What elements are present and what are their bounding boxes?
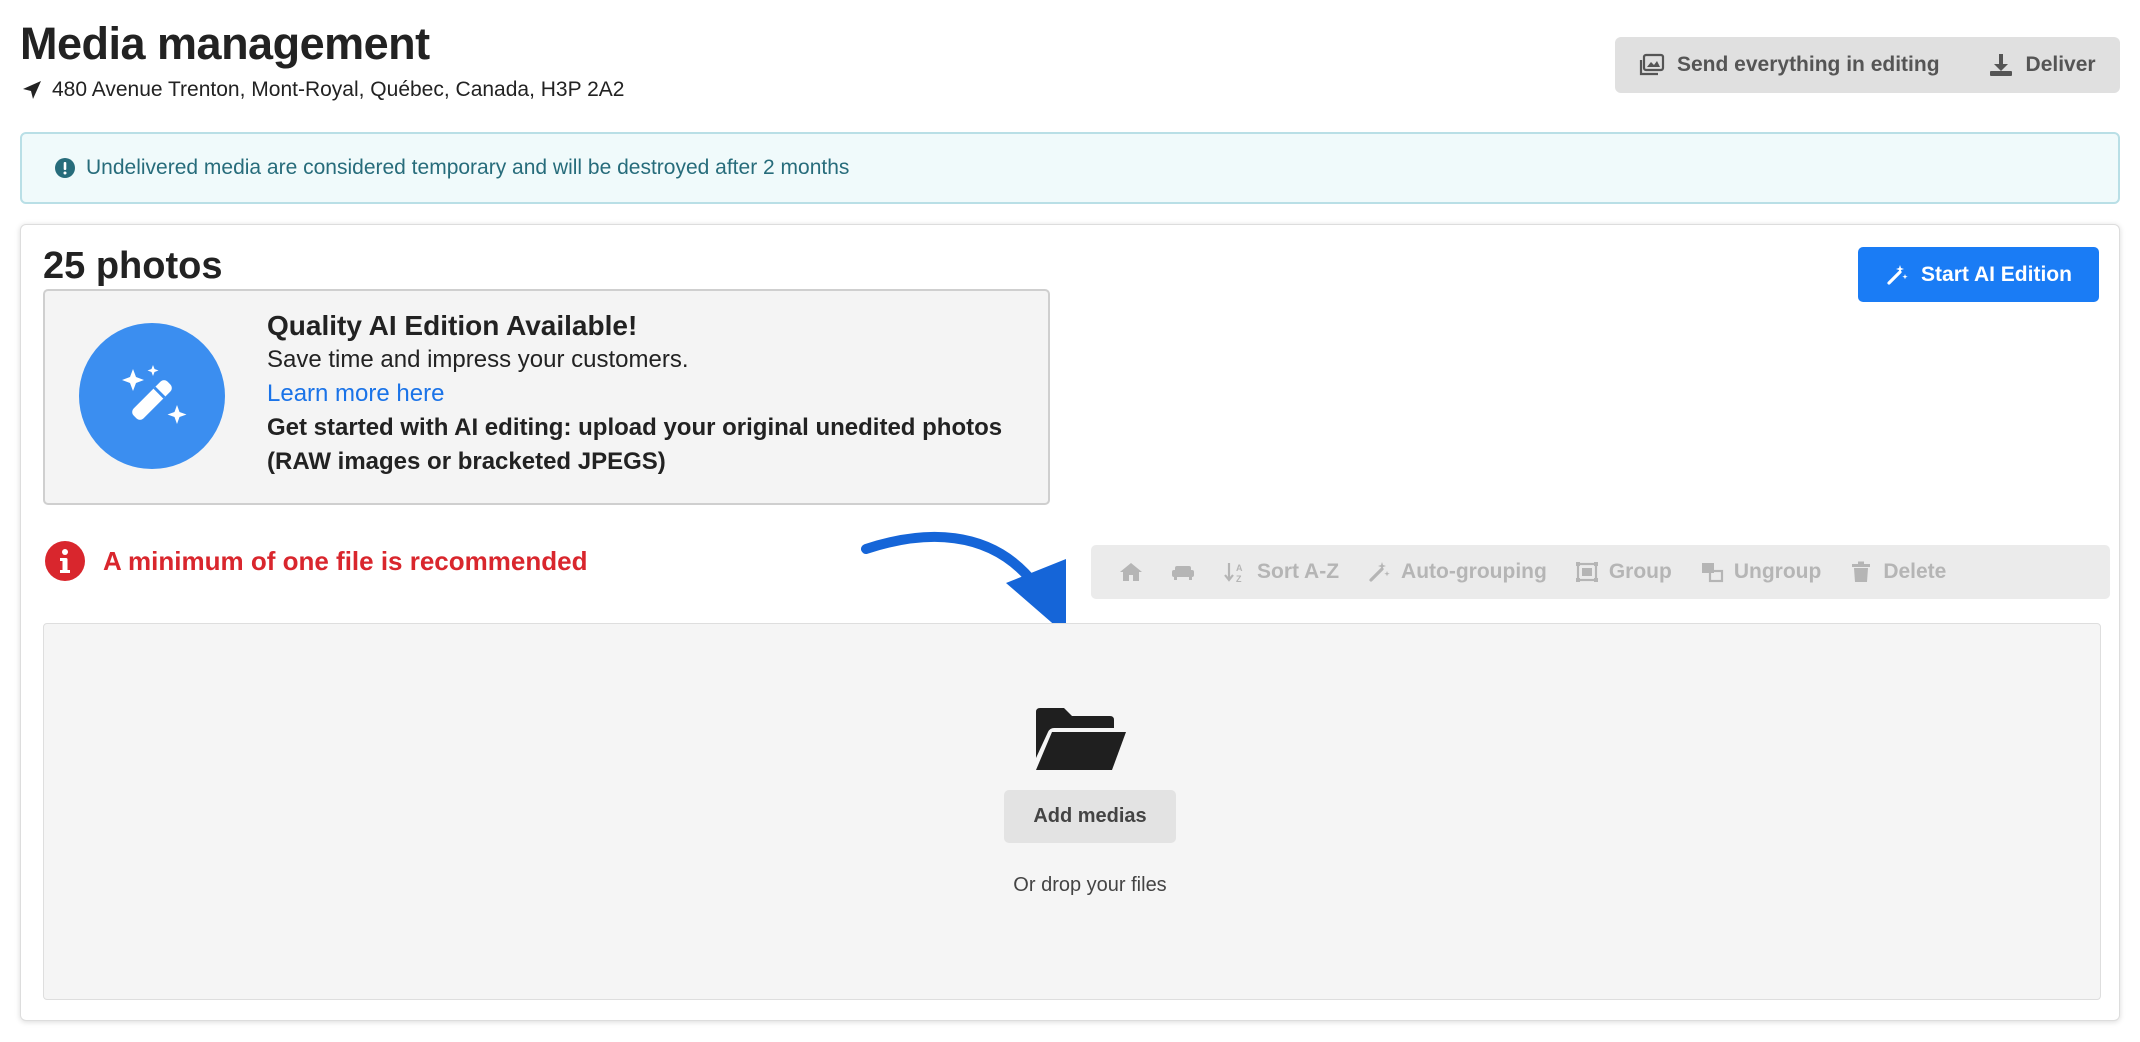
ungroup-button[interactable]: Ungroup [1686, 545, 1835, 599]
photo-count: 25 photos [43, 245, 223, 287]
auto-grouping-button[interactable]: Auto-grouping [1353, 545, 1561, 599]
sort-a-z-button[interactable]: A Z Sort A-Z [1209, 545, 1353, 599]
drop-files-hint: Or drop your files [1013, 874, 1167, 896]
magic-wand-icon [122, 365, 187, 424]
home-icon [1120, 563, 1142, 581]
svg-text:A: A [1236, 563, 1243, 573]
send-everything-label: Send everything in editing [1677, 53, 1940, 76]
delete-button[interactable]: Delete [1835, 545, 1960, 599]
room-type-button[interactable] [1157, 545, 1209, 599]
deliver-button[interactable]: Deliver [1964, 37, 2120, 93]
ai-promo-text: Quality AI Edition Available! Save time … [267, 309, 1002, 479]
min-file-warning: A minimum of one file is recommended [45, 541, 587, 581]
trash-icon [1852, 561, 1871, 582]
deliver-label: Deliver [2025, 53, 2096, 76]
start-ai-edition-button[interactable]: Start AI Edition [1858, 247, 2099, 302]
ai-promo-instructions-1: Get started with AI editing: upload your… [267, 414, 1003, 441]
group-label: Group [1608, 560, 1672, 583]
sort-a-z-label: Sort A-Z [1257, 560, 1340, 583]
ungroup-label: Ungroup [1733, 560, 1822, 583]
address: 480 Avenue Trenton, Mont-Royal, Québec, … [20, 78, 624, 102]
info-banner-text: Undelivered media are considered tempora… [86, 156, 850, 179]
ai-promo-title: Quality AI Edition Available! [267, 310, 638, 341]
images-icon [1639, 53, 1665, 76]
info-banner: Undelivered media are considered tempora… [20, 132, 2120, 204]
folder-open-icon [1036, 708, 1126, 770]
magic-wand-icon [1887, 264, 1908, 285]
object-ungroup-icon [1701, 563, 1723, 583]
sort-alpha-icon: A Z [1224, 563, 1243, 584]
ai-promo-box: Quality AI Edition Available! Save time … [43, 289, 1050, 505]
exclamation-circle-icon [55, 158, 75, 178]
address-text: 480 Avenue Trenton, Mont-Royal, Québec, … [52, 78, 625, 101]
svg-text:Z: Z [1236, 574, 1242, 584]
location-arrow-icon [23, 81, 41, 99]
object-group-icon [1575, 562, 1598, 582]
media-toolbar: A Z Sort A-Z Auto-grouping Group Ungroup… [1091, 545, 2110, 599]
top-actions: Send everything in editing Deliver [1615, 37, 2120, 93]
start-ai-edition-label: Start AI Edition [1921, 262, 2072, 286]
delete-label: Delete [1883, 560, 1947, 583]
media-card: 25 photos Start AI Edition Quality AI Ed… [20, 224, 2120, 1021]
download-icon [1989, 54, 2012, 76]
cover-photo-button[interactable] [1105, 545, 1157, 599]
ai-promo-subtitle: Save time and impress your customers. [267, 346, 689, 373]
media-dropzone[interactable]: Add medias Or drop your files [43, 623, 2101, 1000]
page-title: Media management [20, 18, 430, 69]
couch-icon [1172, 566, 1194, 580]
min-file-warning-text: A minimum of one file is recommended [103, 545, 588, 576]
magic-wand-icon [1369, 562, 1390, 582]
error-info-icon [45, 541, 85, 581]
learn-more-link[interactable]: Learn more here [267, 377, 1002, 411]
send-everything-in-editing-button[interactable]: Send everything in editing [1615, 37, 1964, 93]
group-button[interactable]: Group [1561, 545, 1686, 599]
auto-grouping-label: Auto-grouping [1401, 560, 1547, 583]
add-medias-button[interactable]: Add medias [1004, 790, 1176, 843]
ai-promo-instructions-2: (RAW images or bracketed JPEGS) [267, 448, 666, 475]
ai-promo-badge [79, 323, 225, 469]
